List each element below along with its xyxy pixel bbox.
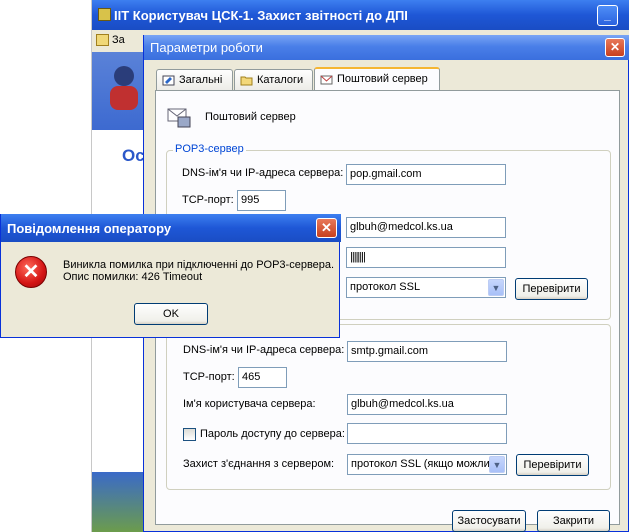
apply-button[interactable]: Застосувати <box>452 510 526 532</box>
minimize-icon[interactable]: _ <box>597 5 618 26</box>
smtp-user-label: Ім'я користувача сервера: <box>183 398 316 410</box>
message-line-2: Опис помилки: 426 Timeout <box>63 271 203 283</box>
pop3-dns-input[interactable]: pop.gmail.com <box>346 164 506 185</box>
tab-mail-server-label: Поштовий сервер <box>337 73 428 85</box>
smtp-protocol-select[interactable]: протокол SSL (якщо можли ▼ <box>347 454 507 475</box>
smtp-user-input[interactable]: glbuh@medcol.ks.ua <box>347 394 507 415</box>
pop3-port-input[interactable]: 995 <box>237 190 286 211</box>
tab-mail-server[interactable]: Поштовий сервер <box>314 67 440 91</box>
chevron-down-icon[interactable]: ▼ <box>489 456 505 473</box>
menu-item[interactable]: За <box>112 34 125 46</box>
pop3-port-label: TCP-порт: <box>182 194 234 206</box>
pop3-protocol-select[interactable]: протокол SSL ▼ <box>346 277 506 298</box>
settings-dialog-titlebar: Параметри роботи ✕ <box>144 35 629 60</box>
pop3-user-input[interactable]: glbuh@medcol.ks.ua <box>346 217 506 238</box>
pop3-protocol-value: протокол SSL <box>350 281 421 293</box>
tab-catalogs-label: Каталоги <box>257 74 304 86</box>
mail-server-icon <box>320 75 333 85</box>
operator-message-dialog: Повідомлення оператору ✕ ✕ Виникла помил… <box>0 214 341 338</box>
close-button[interactable]: Закрити <box>537 510 610 532</box>
smtp-port-input[interactable]: 465 <box>238 367 287 388</box>
background-window-title: IIT Користувач ЦСК-1. Захист звітності д… <box>114 8 408 23</box>
smtp-dns-label: DNS-ім'я чи IP-адреса сервера: <box>183 344 345 356</box>
background-side-text: Ос <box>122 146 145 165</box>
background-strip <box>92 472 148 532</box>
folder-icon <box>96 34 109 46</box>
settings-dialog-title: Параметри роботи <box>150 40 263 55</box>
background-window-titlebar: IIT Користувач ЦСК-1. Захист звітності д… <box>92 0 629 30</box>
user-icon <box>110 66 138 110</box>
smtp-check-button[interactable]: Перевірити <box>516 454 589 476</box>
pop3-dns-label: DNS-ім'я чи IP-адреса сервера: <box>182 167 344 179</box>
close-icon[interactable]: ✕ <box>605 38 625 57</box>
pop3-password-input[interactable]: |||||||| <box>346 247 506 268</box>
pop3-legend: POP3-сервер <box>173 143 246 155</box>
smtp-dns-input[interactable]: smtp.gmail.com <box>347 341 507 362</box>
ok-button[interactable]: OK <box>134 303 208 325</box>
tab-general[interactable]: Загальні <box>156 69 233 91</box>
smtp-password-label: Пароль доступу до сервера: <box>200 428 345 440</box>
error-icon: ✕ <box>15 256 47 288</box>
smtp-password-input[interactable] <box>347 423 507 444</box>
message-titlebar: Повідомлення оператору ✕ <box>1 214 341 242</box>
message-title: Повідомлення оператору <box>7 221 172 236</box>
gear-icon <box>162 75 175 86</box>
tab-catalogs[interactable]: Каталоги <box>234 69 313 91</box>
smtp-password-checkbox[interactable] <box>183 428 196 441</box>
message-line-1: Виникла помилка при підключенні до POP3-… <box>63 259 335 271</box>
tab-general-label: Загальні <box>179 74 223 86</box>
section-title: Поштовий сервер <box>205 111 296 123</box>
smtp-port-label: TCP-порт: <box>183 371 235 383</box>
close-icon[interactable]: ✕ <box>316 218 337 238</box>
mail-server-icon <box>167 108 191 128</box>
background-sidebar-header <box>92 52 148 130</box>
folder-icon <box>240 76 253 86</box>
smtp-protection-label: Захист з'єднання з сервером: <box>183 458 335 470</box>
smtp-group: DNS-ім'я чи IP-адреса сервера: smtp.gmai… <box>166 324 611 490</box>
smtp-protocol-value: протокол SSL (якщо можли <box>351 458 490 470</box>
app-icon <box>98 8 111 21</box>
chevron-down-icon[interactable]: ▼ <box>488 279 504 296</box>
pop3-check-button[interactable]: Перевірити <box>515 278 588 300</box>
